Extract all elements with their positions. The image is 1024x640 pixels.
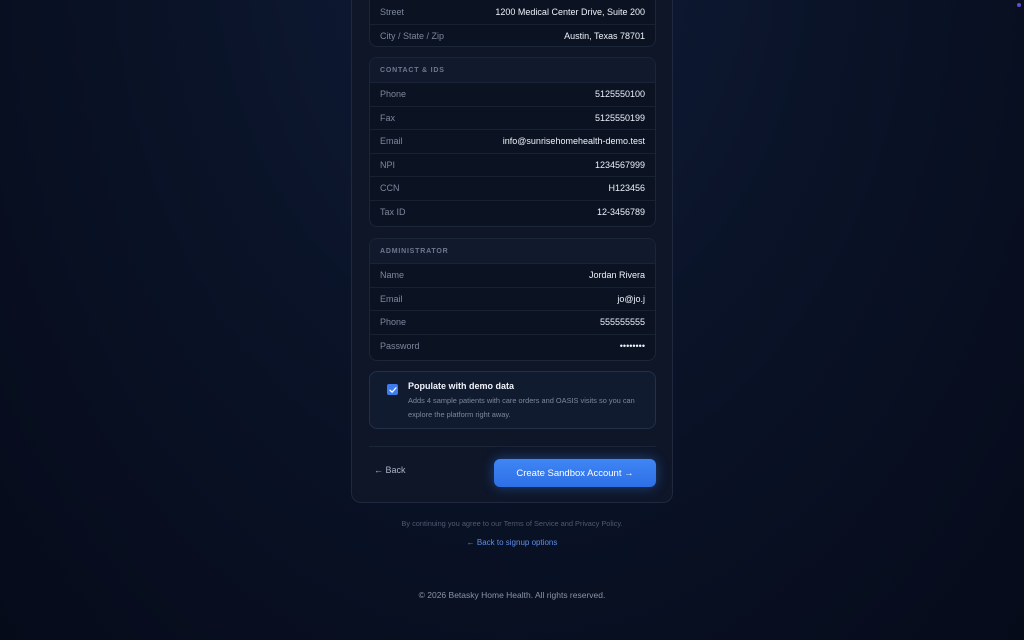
administrator-section: ADMINISTRATOR Name Jordan Rivera Email j… (369, 238, 656, 361)
admin-row-phone: Phone 555555555 (370, 311, 655, 335)
row-label: NPI (380, 159, 396, 170)
row-value: •••••••• (619, 341, 645, 352)
row-value: Austin, Texas 78701 (564, 31, 645, 42)
demo-data-description: Adds 4 sample patients with care orders … (408, 396, 635, 419)
address-row-city: City / State / Zip Austin, Texas 78701 (370, 25, 655, 47)
row-value: info@sunrisehomehealth-demo.test (502, 136, 645, 147)
row-value: 555555555 (599, 317, 645, 328)
back-to-signup-link[interactable]: ← Back to signup options (0, 538, 1024, 547)
row-value: Jordan Rivera (588, 270, 645, 281)
row-value: 5125550199 (594, 112, 645, 123)
row-value: 1200 Medical Center Drive, Suite 200 (495, 7, 645, 18)
contact-row-npi: NPI 1234567999 (370, 154, 655, 177)
row-label: Street (380, 7, 405, 18)
admin-row-email: Email jo@jo.j (370, 288, 655, 311)
row-label: Phone (380, 317, 407, 328)
terms-notice: By continuing you agree to our Terms of … (401, 519, 623, 528)
section-header: CONTACT & IDS (370, 58, 655, 83)
row-value: 12-3456789 (596, 207, 645, 218)
admin-row-password: Password •••••••• (370, 335, 655, 359)
contact-row-tax-id: Tax ID 12-3456789 (370, 201, 655, 225)
contact-section: CONTACT & IDS Phone 5125550100 Fax 51255… (369, 57, 656, 227)
footer-copyright: © 2026 Betasky Home Health. All rights r… (418, 590, 606, 600)
contact-row-ccn: CCN H123456 (370, 177, 655, 201)
row-value: 5125550100 (594, 89, 645, 100)
row-label: Email (380, 293, 403, 304)
admin-row-name: Name Jordan Rivera (370, 264, 655, 288)
row-label: Phone (380, 89, 407, 100)
contact-row-phone: Phone 5125550100 (370, 83, 655, 107)
row-label: Password (380, 341, 420, 352)
contact-row-fax: Fax 5125550199 (370, 107, 655, 130)
demo-data-option[interactable]: Populate with demo data Adds 4 sample pa… (369, 371, 656, 429)
row-value: H123456 (608, 183, 645, 194)
review-card: Street 1200 Medical Center Drive, Suite … (351, 0, 673, 503)
corner-indicator-dot (1017, 3, 1021, 7)
address-row-street: Street 1200 Medical Center Drive, Suite … (370, 1, 655, 25)
demo-data-checkbox[interactable] (387, 384, 398, 395)
actions-divider (369, 446, 656, 447)
row-value: jo@jo.j (617, 293, 645, 304)
contact-row-email: Email info@sunrisehomehealth-demo.test (370, 130, 655, 154)
row-label: Tax ID (380, 207, 406, 218)
create-sandbox-account-button[interactable]: Create Sandbox Account → (494, 459, 656, 487)
row-label: Name (380, 270, 405, 281)
row-label: CCN (380, 183, 400, 194)
check-icon (388, 386, 397, 393)
section-header: ADMINISTRATOR (370, 239, 655, 264)
row-value: 1234567999 (594, 159, 645, 170)
demo-data-title: Populate with demo data (408, 381, 515, 391)
back-button[interactable]: ← Back (374, 465, 406, 475)
row-label: Email (380, 136, 403, 147)
row-label: Fax (380, 112, 396, 123)
address-section: Street 1200 Medical Center Drive, Suite … (369, 0, 656, 47)
row-label: City / State / Zip (380, 31, 445, 42)
